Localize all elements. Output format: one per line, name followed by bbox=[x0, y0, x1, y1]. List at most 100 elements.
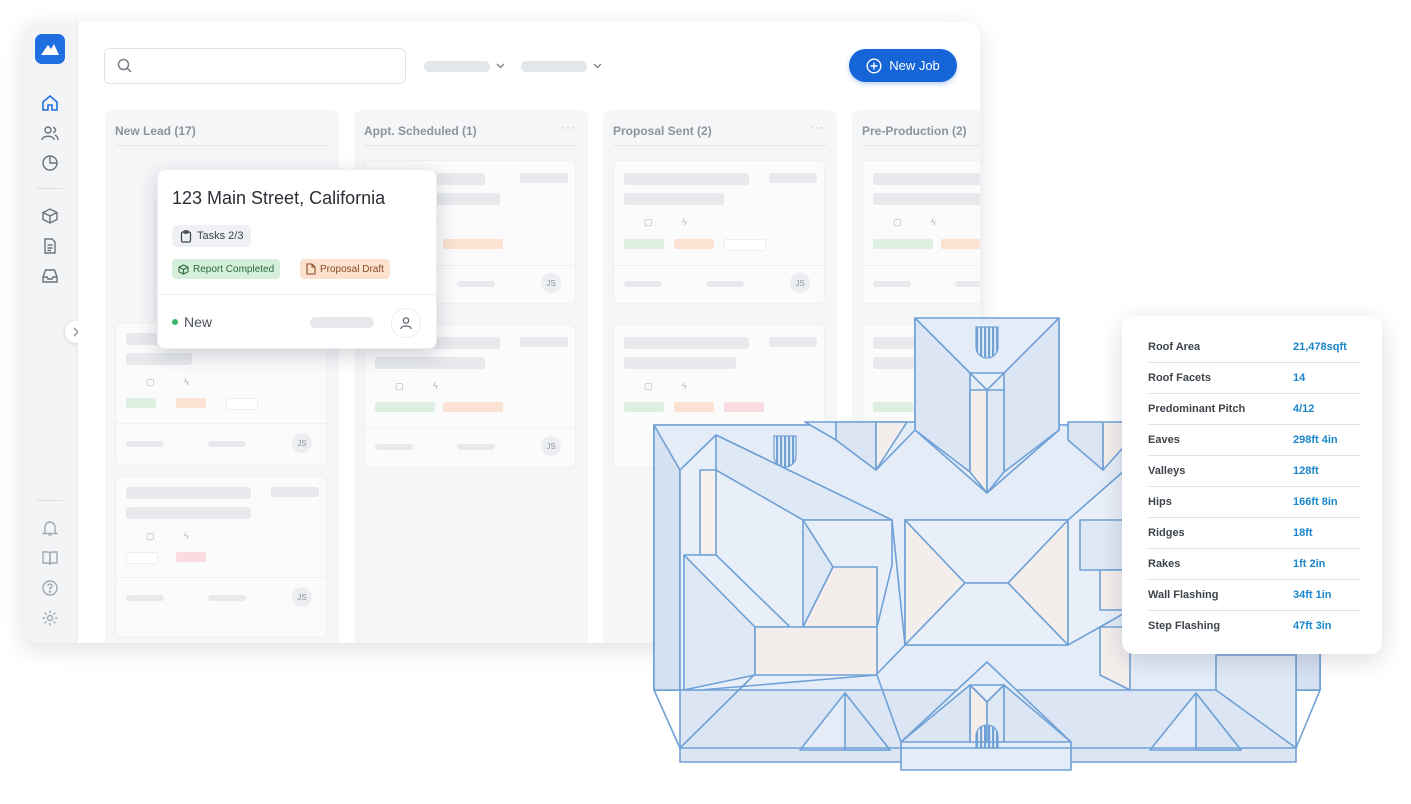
column-title: New Lead (17) bbox=[115, 124, 196, 138]
metric-value: 1ft 2in bbox=[1293, 558, 1326, 570]
metric-row-valleys: Valleys 128ft bbox=[1148, 455, 1360, 487]
roof-metrics-panel: Roof Area 21,478sqft Roof Facets 14 Pred… bbox=[1122, 316, 1382, 654]
clipboard-icon: ▢ bbox=[146, 377, 155, 387]
bolt-icon: ϟ bbox=[184, 377, 189, 387]
report-completed-badge[interactable]: Report Completed bbox=[172, 259, 281, 279]
book-icon[interactable] bbox=[39, 547, 61, 569]
metric-label: Eaves bbox=[1148, 434, 1180, 446]
status-tag bbox=[624, 239, 664, 249]
status-dot bbox=[172, 319, 178, 325]
metric-label: Hips bbox=[1148, 496, 1172, 508]
document-icon[interactable] bbox=[39, 235, 61, 257]
column-title: Appt. Scheduled (1) bbox=[364, 124, 477, 138]
bolt-icon: ϟ bbox=[682, 217, 687, 227]
tasks-badge[interactable]: Tasks 2/3 bbox=[172, 225, 252, 247]
metric-value: 47ft 3in bbox=[1293, 620, 1332, 632]
job-card[interactable]: ▢ ϟ JS bbox=[613, 160, 825, 304]
proposal-badge-label: Proposal Draft bbox=[320, 263, 384, 275]
assign-user-button[interactable] bbox=[391, 308, 421, 338]
app-logo[interactable] bbox=[35, 34, 65, 64]
metric-label: Predominant Pitch bbox=[1148, 403, 1246, 415]
clipboard-icon: ▢ bbox=[644, 217, 653, 227]
metric-row-predominant-pitch: Predominant Pitch 4/12 bbox=[1148, 393, 1360, 425]
metric-value: 298ft 4in bbox=[1293, 434, 1338, 446]
clipboard-icon: ▢ bbox=[146, 531, 155, 541]
status-tag bbox=[941, 239, 980, 249]
metric-row-rakes: Rakes 1ft 2in bbox=[1148, 548, 1360, 580]
search-box[interactable] bbox=[104, 48, 406, 84]
popup-placeholder bbox=[310, 317, 374, 328]
metric-row-roof-area: Roof Area 21,478sqft bbox=[1148, 331, 1360, 363]
column-divider bbox=[364, 145, 578, 146]
job-card[interactable]: ▢ ϟ JS bbox=[115, 476, 327, 638]
job-address: 123 Main Street, California bbox=[172, 188, 386, 208]
sidebar-divider bbox=[37, 500, 63, 501]
box-icon[interactable] bbox=[39, 205, 61, 227]
status-tag bbox=[674, 239, 714, 249]
assignee-avatar: JS bbox=[790, 273, 810, 293]
filter-value-placeholder bbox=[521, 60, 587, 72]
status-tag bbox=[126, 398, 156, 408]
column-divider bbox=[862, 145, 980, 146]
column-more-button[interactable]: ··· bbox=[810, 120, 825, 134]
status-tag bbox=[226, 398, 258, 410]
users-icon[interactable] bbox=[39, 122, 61, 144]
metric-label: Valleys bbox=[1148, 465, 1186, 477]
metric-row-ridges: Ridges 18ft bbox=[1148, 517, 1360, 549]
metric-label: Step Flashing bbox=[1148, 620, 1221, 632]
clipboard-icon: ▢ bbox=[893, 217, 902, 227]
column-more-button[interactable]: ··· bbox=[561, 120, 576, 134]
filter-dropdown-1[interactable] bbox=[424, 58, 505, 74]
status-tag bbox=[126, 552, 158, 564]
job-status: New bbox=[172, 314, 212, 330]
document-icon bbox=[306, 263, 316, 275]
metric-value: 34ft 1in bbox=[1293, 589, 1332, 601]
chevron-down-icon bbox=[593, 63, 602, 69]
metric-row-wall-flashing: Wall Flashing 34ft 1in bbox=[1148, 579, 1360, 611]
metric-row-eaves: Eaves 298ft 4in bbox=[1148, 424, 1360, 456]
metric-row-hips: Hips 166ft 8in bbox=[1148, 486, 1360, 518]
popup-divider bbox=[158, 294, 436, 295]
job-card[interactable]: ▢ ϟ bbox=[862, 160, 980, 304]
metric-value: 21,478sqft bbox=[1293, 341, 1347, 353]
column-title: Pre-Production (2) bbox=[862, 124, 967, 138]
status-label: New bbox=[184, 314, 213, 330]
bell-icon[interactable] bbox=[39, 517, 61, 539]
assignee-avatar: JS bbox=[292, 433, 312, 453]
proposal-draft-badge[interactable]: Proposal Draft bbox=[300, 259, 390, 279]
column-title: Proposal Sent (2) bbox=[613, 124, 712, 138]
home-icon[interactable] bbox=[39, 92, 61, 114]
search-icon bbox=[117, 58, 132, 73]
metric-value: 166ft 8in bbox=[1293, 496, 1338, 508]
status-tag bbox=[724, 239, 766, 251]
help-icon[interactable] bbox=[39, 577, 61, 599]
status-tag bbox=[443, 239, 503, 249]
metric-value: 14 bbox=[1293, 372, 1306, 384]
bolt-icon: ϟ bbox=[433, 381, 438, 391]
metric-row-step-flashing: Step Flashing 47ft 3in bbox=[1148, 610, 1360, 641]
filter-value-placeholder bbox=[424, 60, 490, 72]
metric-value: 18ft bbox=[1293, 527, 1313, 539]
metric-label: Rakes bbox=[1148, 558, 1181, 570]
settings-icon[interactable] bbox=[39, 607, 61, 629]
job-detail-popup[interactable]: 123 Main Street, California Tasks 2/3 Re… bbox=[157, 169, 437, 349]
metric-value: 4/12 bbox=[1293, 403, 1315, 415]
inbox-icon[interactable] bbox=[39, 265, 61, 287]
bolt-icon: ϟ bbox=[931, 217, 936, 227]
sidebar-divider bbox=[37, 188, 63, 189]
box-icon bbox=[178, 263, 189, 275]
new-job-button[interactable]: New Job bbox=[849, 49, 957, 82]
column-divider bbox=[613, 145, 827, 146]
user-icon bbox=[400, 317, 412, 330]
pie-chart-icon[interactable] bbox=[39, 152, 61, 174]
bolt-icon: ϟ bbox=[184, 531, 189, 541]
filter-dropdown-2[interactable] bbox=[521, 58, 602, 74]
search-input[interactable] bbox=[143, 55, 397, 79]
report-badge-label: Report Completed bbox=[193, 263, 275, 275]
status-tag bbox=[375, 402, 435, 412]
clipboard-icon: ▢ bbox=[395, 381, 404, 391]
new-job-label: New Job bbox=[889, 58, 940, 73]
metric-label: Roof Area bbox=[1148, 341, 1201, 353]
metric-label: Ridges bbox=[1148, 527, 1185, 539]
metric-value: 128ft bbox=[1293, 465, 1319, 477]
